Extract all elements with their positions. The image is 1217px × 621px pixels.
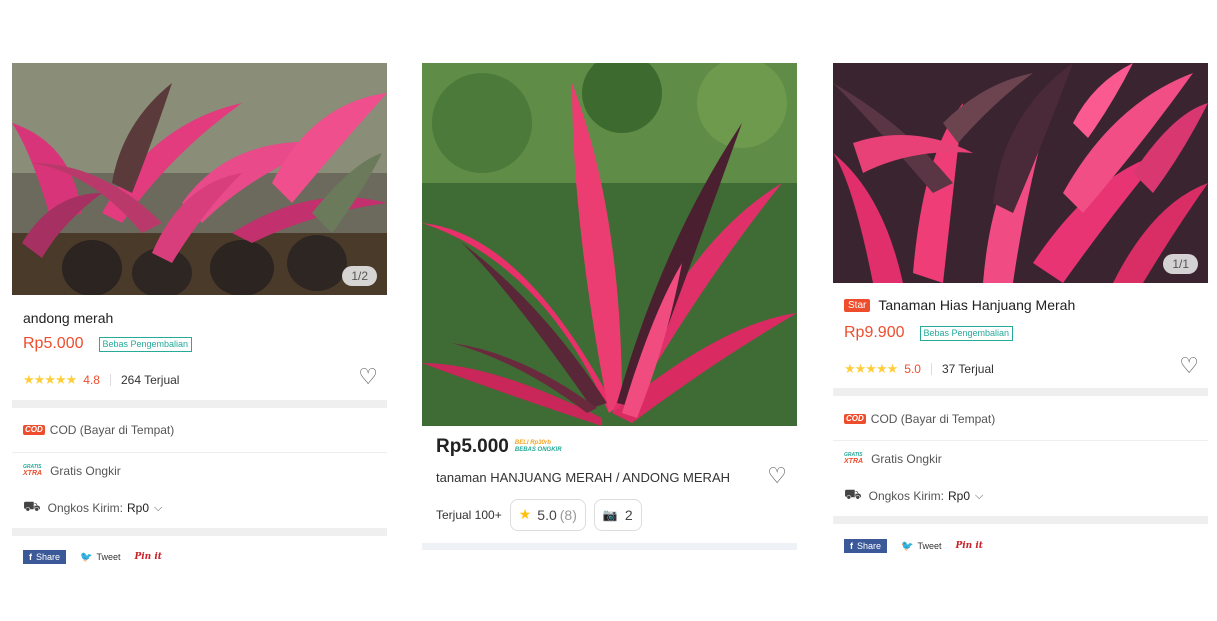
facebook-share-label: Share bbox=[36, 552, 61, 562]
twitter-icon: 🐦 bbox=[80, 551, 93, 563]
chevron-down-icon[interactable]: ⌵ bbox=[975, 489, 983, 503]
sold-count: 37 Terjual bbox=[941, 362, 994, 376]
section-divider bbox=[833, 388, 1208, 396]
plant-photo bbox=[833, 63, 1208, 283]
xtra-text: XTRA bbox=[844, 458, 864, 465]
chevron-down-icon[interactable]: ⌵ bbox=[154, 501, 162, 515]
product-image[interactable]: 1/1 bbox=[833, 63, 1208, 283]
cod-icon: COD bbox=[844, 414, 866, 424]
product-price: Rp9.900 bbox=[844, 324, 905, 341]
product-card-hanjuang-merah[interactable]: Rp5.000 BELI Rp30rb BEBAS ONGKIR tanaman… bbox=[422, 63, 797, 550]
shipping-label: Ongkos Kirim: bbox=[868, 489, 944, 503]
product-image[interactable] bbox=[422, 63, 797, 426]
free-shipping-label: Gratis Ongkir bbox=[50, 464, 121, 478]
gratis-ongkir-icon: GRATIS XTRA bbox=[844, 453, 864, 466]
promo-min-purchase: BELI Rp30rb bbox=[514, 440, 551, 446]
twitter-icon: 🐦 bbox=[901, 540, 914, 552]
shipping-cost-row[interactable]: ⛟ Ongkos Kirim: Rp0 ⌵ bbox=[833, 487, 983, 505]
xtra-text: XTRA bbox=[23, 470, 43, 477]
tweet-button[interactable]: 🐦 Tweet bbox=[80, 552, 120, 563]
section-divider bbox=[12, 528, 387, 536]
shipping-label: Ongkos Kirim: bbox=[47, 501, 123, 515]
free-shipping-promo-badge: BELI Rp30rb BEBAS ONGKIR bbox=[515, 440, 562, 454]
price-row: Rp5.000 BELI Rp30rb BEBAS ONGKIR bbox=[436, 436, 562, 458]
rating-pill[interactable]: ★ 5.0 (8) bbox=[509, 499, 586, 531]
section-divider bbox=[833, 516, 1208, 524]
divider bbox=[833, 440, 1208, 441]
cod-row: COD COD (Bayar di Tempat) bbox=[833, 412, 995, 426]
product-card-tanaman-hias[interactable]: 1/1 Star Tanaman Hias Hanjuang Merah Rp9… bbox=[833, 63, 1208, 553]
product-card-andong-merah[interactable]: 1/2 andong merah Rp5.000 Bebas Pengembal… bbox=[12, 63, 387, 564]
product-price: Rp5.000 bbox=[436, 436, 509, 457]
sold-count: Terjual 100+ bbox=[436, 508, 502, 522]
stats-row: Terjual 100+ ★ 5.0 (8) 📷 2 bbox=[436, 499, 642, 531]
share-row: f Share 🐦 Tweet Pin it bbox=[12, 550, 162, 564]
free-shipping-row: GRATIS XTRA Gratis Ongkir bbox=[12, 464, 121, 478]
image-counter: 1/1 bbox=[1163, 254, 1198, 274]
facebook-icon: f bbox=[850, 541, 853, 551]
rating-row: ★★★★★ 4.8 264 Terjual bbox=[23, 372, 179, 388]
section-divider bbox=[12, 400, 387, 408]
facebook-share-button[interactable]: f Share bbox=[844, 539, 888, 553]
truck-icon: ⛟ bbox=[23, 499, 41, 515]
heart-icon[interactable]: ♡ bbox=[1179, 356, 1199, 378]
truck-icon: ⛟ bbox=[844, 487, 862, 503]
price-row: Rp9.900 Bebas Pengembalian bbox=[844, 324, 1014, 342]
photo-count: 2 bbox=[624, 507, 633, 523]
image-counter: 1/2 bbox=[342, 266, 377, 286]
tweet-button[interactable]: 🐦 Tweet bbox=[901, 541, 941, 552]
cod-label: COD (Bayar di Tempat) bbox=[49, 423, 175, 437]
divider bbox=[12, 452, 387, 453]
shipping-cost-row[interactable]: ⛟ Ongkos Kirim: Rp0 ⌵ bbox=[12, 499, 162, 517]
camera-icon: 📷 bbox=[602, 508, 618, 522]
price-row: Rp5.000 Bebas Pengembalian bbox=[23, 335, 193, 353]
free-return-badge: Bebas Pengembalian bbox=[98, 336, 193, 352]
star-seller-badge: Star bbox=[844, 298, 871, 312]
heart-icon[interactable]: ♡ bbox=[358, 367, 378, 389]
sold-count: 264 Terjual bbox=[120, 373, 180, 387]
section-divider bbox=[422, 543, 797, 550]
photo-count-pill[interactable]: 📷 2 bbox=[593, 499, 642, 531]
star-rating-icon: ★★★★★ bbox=[23, 372, 77, 387]
free-return-badge: Bebas Pengembalian bbox=[919, 325, 1014, 341]
tweet-label: Tweet bbox=[917, 541, 942, 551]
promo-free-shipping: BEBAS ONGKIR bbox=[514, 447, 562, 453]
tweet-label: Tweet bbox=[96, 552, 121, 562]
cod-icon: COD bbox=[23, 425, 45, 435]
review-count: (8) bbox=[559, 507, 577, 523]
facebook-icon: f bbox=[29, 552, 32, 562]
divider bbox=[109, 374, 111, 386]
heart-icon[interactable]: ♡ bbox=[767, 466, 787, 488]
pinterest-button[interactable]: Pin it bbox=[135, 552, 162, 562]
product-price: Rp5.000 bbox=[23, 335, 84, 352]
cod-label: COD (Bayar di Tempat) bbox=[870, 412, 996, 426]
facebook-share-button[interactable]: f Share bbox=[23, 550, 67, 564]
pinterest-button[interactable]: Pin it bbox=[956, 541, 983, 551]
rating-row: ★★★★★ 5.0 37 Terjual bbox=[844, 361, 994, 377]
rating-value: 4.8 bbox=[83, 373, 100, 387]
free-shipping-label: Gratis Ongkir bbox=[871, 452, 942, 466]
free-shipping-row: GRATIS XTRA Gratis Ongkir bbox=[833, 452, 942, 466]
shipping-value: Rp0 bbox=[126, 501, 149, 515]
shipping-value: Rp0 bbox=[947, 489, 970, 503]
product-title[interactable]: andong merah bbox=[23, 310, 113, 326]
star-rating-icon: ★★★★★ bbox=[844, 361, 898, 376]
cod-row: COD COD (Bayar di Tempat) bbox=[12, 423, 174, 437]
star-icon: ★ bbox=[518, 507, 532, 523]
title-row: Star Tanaman Hias Hanjuang Merah bbox=[844, 297, 1075, 313]
product-title[interactable]: tanaman HANJUANG MERAH / ANDONG MERAH bbox=[436, 470, 730, 485]
divider bbox=[930, 363, 932, 375]
rating-value: 5.0 bbox=[537, 507, 557, 523]
product-title[interactable]: Tanaman Hias Hanjuang Merah bbox=[878, 297, 1075, 313]
gratis-ongkir-icon: GRATIS XTRA bbox=[23, 465, 43, 478]
share-row: f Share 🐦 Tweet Pin it bbox=[833, 539, 983, 553]
rating-value: 5.0 bbox=[904, 362, 921, 376]
product-image[interactable]: 1/2 bbox=[12, 63, 387, 295]
plant-photo bbox=[422, 63, 797, 426]
facebook-share-label: Share bbox=[857, 541, 882, 551]
plant-photo bbox=[12, 63, 387, 295]
